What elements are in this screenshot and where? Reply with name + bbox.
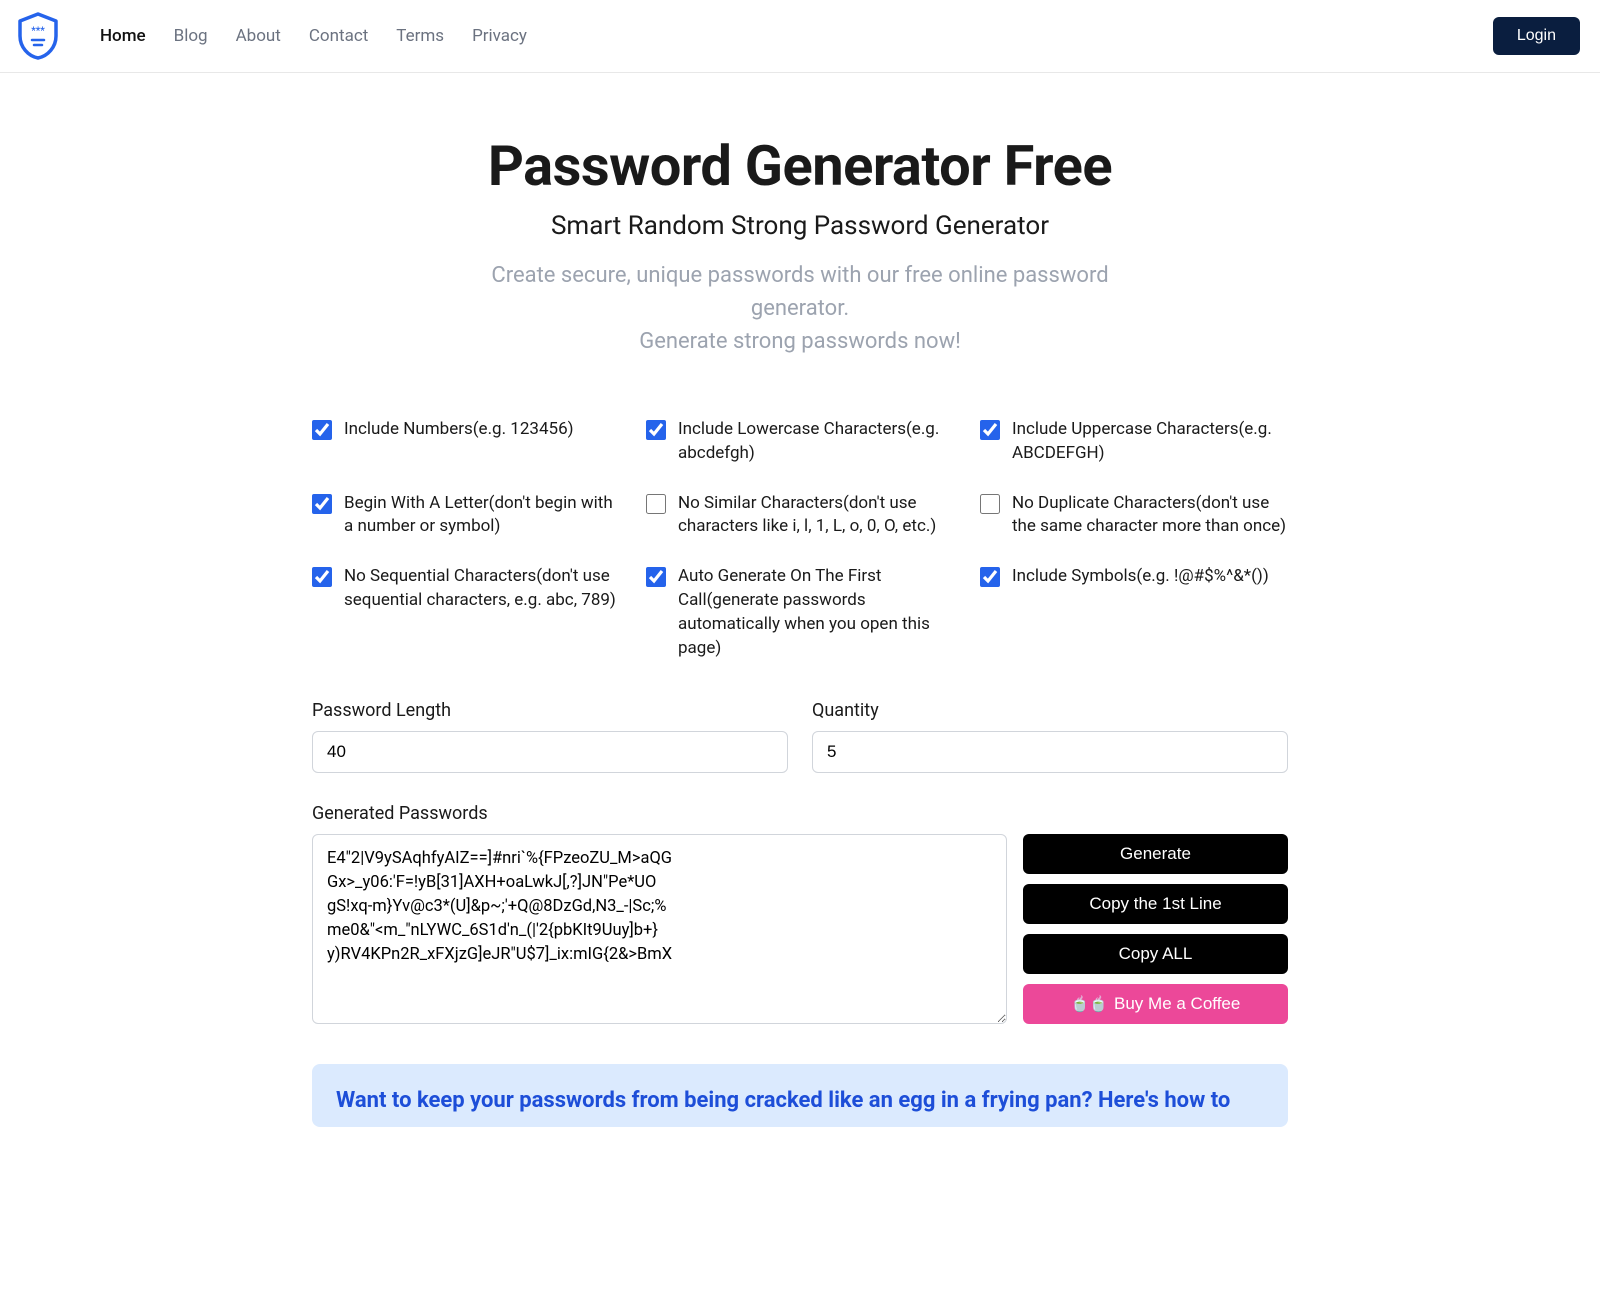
checkbox-include-uppercase[interactable]: [980, 420, 1000, 440]
page-title: Password Generator Free: [300, 133, 1300, 199]
buy-coffee-label: Buy Me a Coffee: [1114, 994, 1240, 1014]
length-quantity-row: Password Length Quantity: [300, 700, 1300, 773]
nav-blog[interactable]: Blog: [174, 26, 208, 46]
checkbox-auto-generate[interactable]: [646, 567, 666, 587]
label-no-duplicate[interactable]: No Duplicate Characters(don't use the sa…: [1012, 492, 1288, 540]
option-no-similar: No Similar Characters(don't use characte…: [646, 492, 954, 540]
length-field: Password Length: [312, 700, 788, 773]
option-no-duplicate: No Duplicate Characters(don't use the sa…: [980, 492, 1288, 540]
logo[interactable]: ***: [16, 12, 60, 60]
nav-contact[interactable]: Contact: [309, 26, 368, 46]
checkbox-no-similar[interactable]: [646, 494, 666, 514]
nav-links: Home Blog About Contact Terms Privacy: [100, 26, 1493, 46]
copy-first-button[interactable]: Copy the 1st Line: [1023, 884, 1288, 924]
options-grid: Include Numbers(e.g. 123456) Include Low…: [300, 418, 1300, 660]
nav-privacy[interactable]: Privacy: [472, 26, 527, 46]
generated-section: Generated Passwords Generate Copy the 1s…: [300, 803, 1300, 1024]
generate-button[interactable]: Generate: [1023, 834, 1288, 874]
page-subtitle: Smart Random Strong Password Generator: [300, 211, 1300, 241]
label-include-lowercase[interactable]: Include Lowercase Characters(e.g. abcdef…: [678, 418, 954, 466]
option-include-uppercase: Include Uppercase Characters(e.g. ABCDEF…: [980, 418, 1288, 466]
label-begin-letter[interactable]: Begin With A Letter(don't begin with a n…: [344, 492, 620, 540]
coffee-cup-icon: 🍵🍵: [1071, 995, 1108, 1013]
option-no-sequential: No Sequential Characters(don't use seque…: [312, 565, 620, 660]
label-no-sequential[interactable]: No Sequential Characters(don't use seque…: [344, 565, 620, 613]
promo-heading: Want to keep your passwords from being c…: [336, 1086, 1264, 1117]
copy-all-button[interactable]: Copy ALL: [1023, 934, 1288, 974]
nav-terms[interactable]: Terms: [396, 26, 444, 46]
buy-coffee-button[interactable]: 🍵🍵 Buy Me a Coffee: [1023, 984, 1288, 1024]
label-include-uppercase[interactable]: Include Uppercase Characters(e.g. ABCDEF…: [1012, 418, 1288, 466]
checkbox-include-symbols[interactable]: [980, 567, 1000, 587]
promo-banner: Want to keep your passwords from being c…: [312, 1064, 1288, 1127]
tagline-line-2: Generate strong passwords now!: [639, 329, 961, 354]
option-include-lowercase: Include Lowercase Characters(e.g. abcdef…: [646, 418, 954, 466]
nav-home[interactable]: Home: [100, 26, 146, 46]
label-include-numbers[interactable]: Include Numbers(e.g. 123456): [344, 418, 574, 442]
length-label: Password Length: [312, 700, 788, 721]
action-buttons: Generate Copy the 1st Line Copy ALL 🍵🍵 B…: [1023, 834, 1288, 1024]
checkbox-begin-letter[interactable]: [312, 494, 332, 514]
checkbox-no-duplicate[interactable]: [980, 494, 1000, 514]
option-auto-generate: Auto Generate On The First Call(generate…: [646, 565, 954, 660]
tagline-line-1: Create secure, unique passwords with our…: [491, 263, 1108, 321]
generated-textarea[interactable]: [312, 834, 1007, 1024]
quantity-label: Quantity: [812, 700, 1288, 721]
checkbox-no-sequential[interactable]: [312, 567, 332, 587]
checkbox-include-lowercase[interactable]: [646, 420, 666, 440]
svg-text:***: ***: [31, 26, 45, 37]
length-input[interactable]: [312, 731, 788, 773]
login-button[interactable]: Login: [1493, 17, 1580, 55]
label-auto-generate[interactable]: Auto Generate On The First Call(generate…: [678, 565, 954, 660]
generated-label: Generated Passwords: [312, 803, 1288, 824]
label-no-similar[interactable]: No Similar Characters(don't use characte…: [678, 492, 954, 540]
main-content: Password Generator Free Smart Random Str…: [280, 73, 1320, 1167]
shield-logo-icon: ***: [16, 12, 60, 60]
label-include-symbols[interactable]: Include Symbols(e.g. !@#$%^&*()): [1012, 565, 1269, 589]
option-begin-letter: Begin With A Letter(don't begin with a n…: [312, 492, 620, 540]
navbar: *** Home Blog About Contact Terms Privac…: [0, 0, 1600, 73]
checkbox-include-numbers[interactable]: [312, 420, 332, 440]
quantity-input[interactable]: [812, 731, 1288, 773]
option-include-symbols: Include Symbols(e.g. !@#$%^&*()): [980, 565, 1288, 660]
option-include-numbers: Include Numbers(e.g. 123456): [312, 418, 620, 466]
tagline: Create secure, unique passwords with our…: [440, 259, 1160, 358]
quantity-field: Quantity: [812, 700, 1288, 773]
nav-about[interactable]: About: [236, 26, 281, 46]
